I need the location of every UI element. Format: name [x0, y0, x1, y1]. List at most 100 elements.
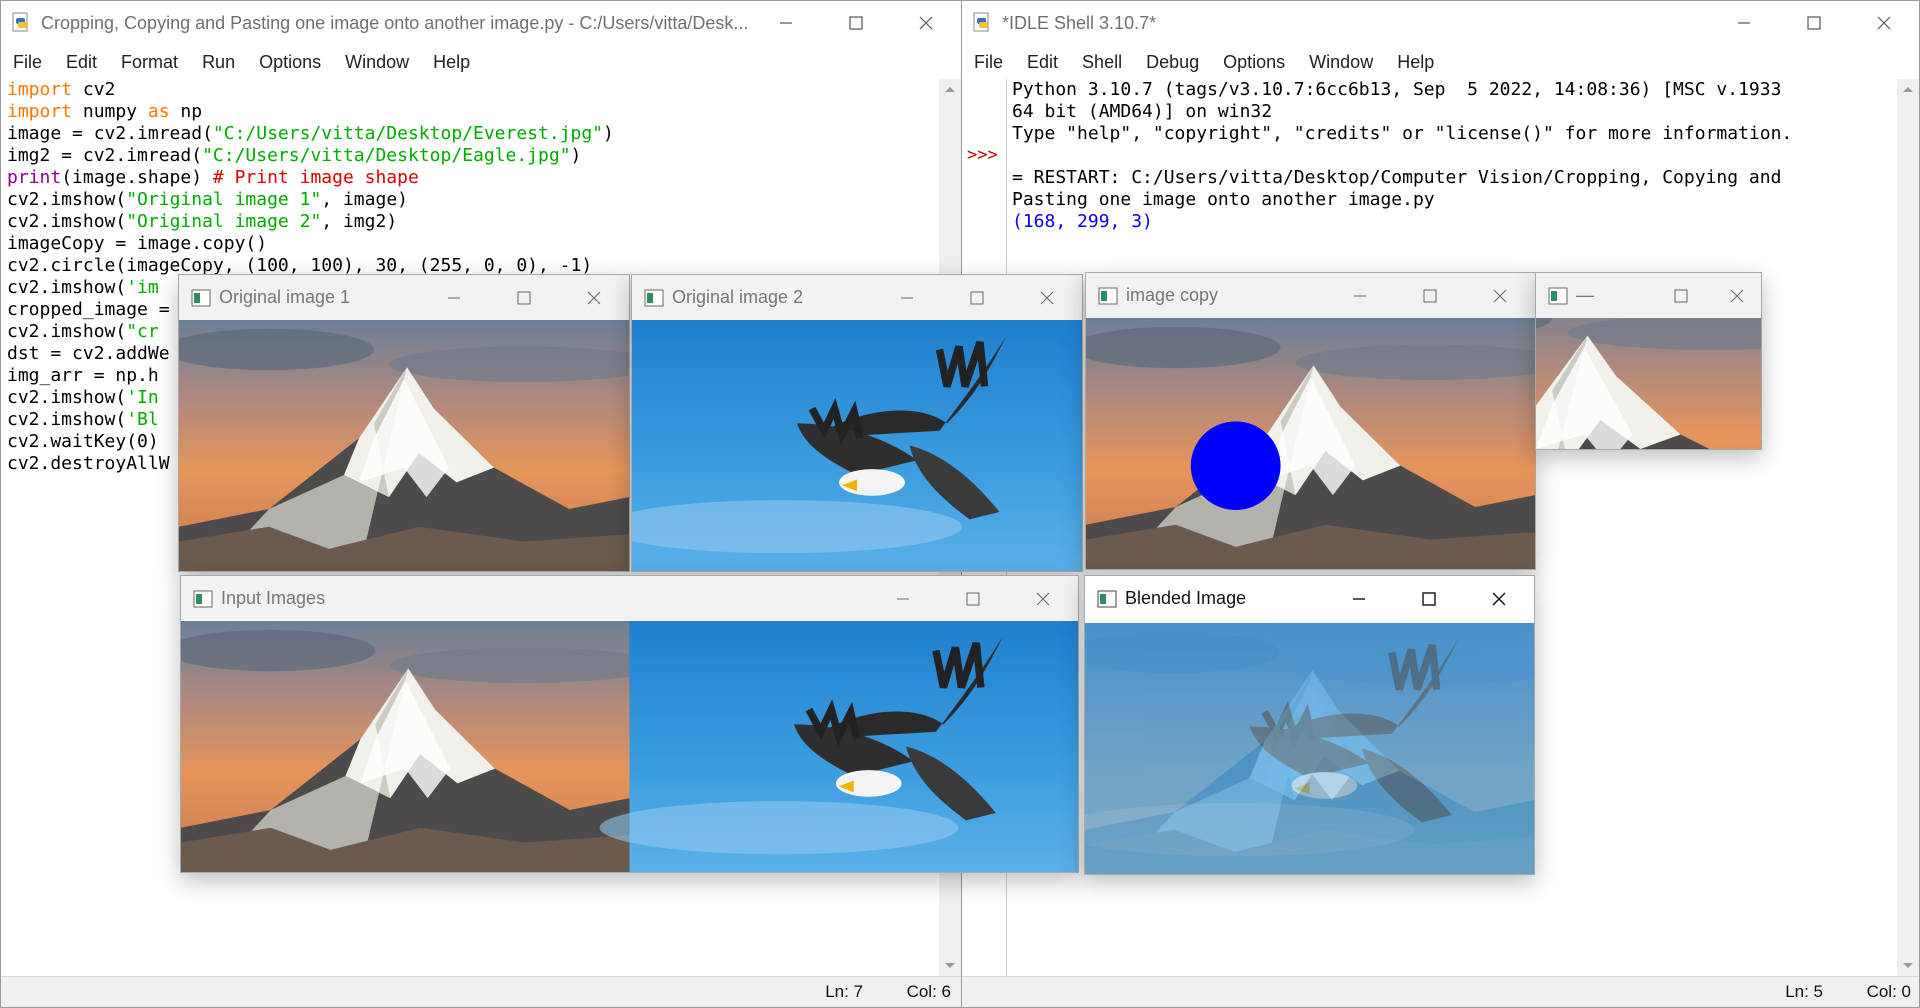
- maximize-button[interactable]: [938, 577, 1008, 621]
- shell-output[interactable]: Python 3.10.7 (tags/v3.10.7:6cc6b13, Sep…: [1012, 79, 1792, 233]
- cv-titlebar[interactable]: image copy: [1086, 273, 1535, 318]
- cv-titlebar[interactable]: Input Images: [181, 576, 1078, 621]
- shell-prompt: >>>: [967, 145, 998, 165]
- blended-image: [1085, 623, 1534, 874]
- maximize-icon: [517, 291, 531, 304]
- cv-titlebar[interactable]: Blended Image: [1085, 576, 1534, 621]
- minimize-button[interactable]: [1325, 274, 1395, 318]
- close-icon: [1730, 289, 1744, 302]
- close-icon: [1040, 291, 1054, 304]
- menu-format[interactable]: Format: [121, 52, 178, 73]
- maximize-button[interactable]: [942, 276, 1012, 320]
- code-token: "Original image 1": [126, 189, 322, 210]
- shell-token: Python 3.10.7 (tags/v3.10.7:6cc6b13, Sep…: [1012, 79, 1782, 100]
- code-token: ): [570, 145, 582, 166]
- code-line: cv2.imshow("Original image 1", image): [7, 189, 614, 211]
- menu-shell[interactable]: Shell: [1082, 52, 1122, 73]
- code-line: image = cv2.imread("C:/Users/vitta/Deskt…: [7, 123, 614, 145]
- editor-status-col: Col: 6: [906, 982, 951, 1001]
- code-token: img_arr = np.h: [7, 365, 159, 386]
- python-file-icon: [12, 12, 28, 32]
- minimize-button[interactable]: [1324, 577, 1394, 621]
- maximize-icon: [849, 16, 863, 30]
- cv-titlebar[interactable]: Original image 1: [179, 275, 629, 320]
- maximize-button[interactable]: [821, 1, 891, 45]
- cv-window-original-image-1[interactable]: Original image 1: [178, 274, 630, 572]
- maximize-button[interactable]: [1779, 1, 1849, 45]
- maximize-button[interactable]: [1394, 577, 1464, 621]
- close-icon: [1492, 592, 1506, 605]
- shell-line: Python 3.10.7 (tags/v3.10.7:6cc6b13, Sep…: [1012, 79, 1792, 101]
- cv-titlebar[interactable]: —: [1536, 273, 1761, 318]
- editor-titlebar[interactable]: Cropping, Copying and Pasting one image …: [1, 1, 961, 45]
- menu-edit[interactable]: Edit: [1027, 52, 1058, 73]
- maximize-icon: [1807, 16, 1821, 30]
- menu-file[interactable]: File: [974, 52, 1003, 73]
- menu-run[interactable]: Run: [202, 52, 235, 73]
- eagle-image: [632, 320, 1082, 571]
- editor-statusbar: Ln: 7 Col: 6: [1, 976, 961, 1007]
- code-line: import numpy as np: [7, 101, 614, 123]
- close-button[interactable]: [891, 1, 961, 45]
- blue-circle: [1190, 421, 1281, 510]
- code-line: imageCopy = image.copy(): [7, 233, 614, 255]
- minimize-button[interactable]: [1709, 1, 1779, 45]
- code-token: print: [7, 167, 62, 188]
- code-token: numpy: [72, 101, 148, 122]
- editor-title: Cropping, Copying and Pasting one image …: [41, 12, 749, 33]
- menu-options[interactable]: Options: [1223, 52, 1285, 73]
- shell-line: 64 bit (AMD64)] on win32: [1012, 101, 1792, 123]
- close-icon: [1493, 289, 1507, 302]
- minimize-button[interactable]: [419, 276, 489, 320]
- close-button[interactable]: [1012, 276, 1082, 320]
- menu-window[interactable]: Window: [345, 52, 409, 73]
- code-token: imageCopy = image.copy(): [7, 233, 268, 254]
- code-token: cv2.imshow(: [7, 321, 127, 342]
- code-line: print(image.shape) # Print image shape: [7, 167, 614, 189]
- cv-window-blended-image[interactable]: Blended Image: [1084, 575, 1535, 875]
- cv-window-image-copy[interactable]: image copy: [1085, 272, 1536, 570]
- shell-titlebar[interactable]: *IDLE Shell 3.10.7*: [962, 1, 1919, 45]
- code-token: cv2.imshow(: [7, 189, 127, 210]
- shell-token: Type "help", "copyright", "credits" or "…: [1012, 123, 1793, 144]
- menu-debug[interactable]: Debug: [1146, 52, 1199, 73]
- cv-window-original-image-2[interactable]: Original image 2: [631, 274, 1083, 572]
- close-icon: [919, 16, 933, 30]
- close-button[interactable]: [559, 276, 629, 320]
- close-button[interactable]: [1709, 274, 1761, 318]
- maximize-icon: [1422, 591, 1436, 606]
- minimize-icon: [448, 297, 460, 298]
- menu-file[interactable]: File: [13, 52, 42, 73]
- minimize-button[interactable]: [868, 577, 938, 621]
- close-button[interactable]: [1849, 1, 1919, 45]
- code-token: 'im: [126, 277, 159, 298]
- maximize-button[interactable]: [1395, 274, 1465, 318]
- menu-options[interactable]: Options: [259, 52, 321, 73]
- maximize-button[interactable]: [1653, 274, 1709, 318]
- python-shell-icon: [973, 12, 989, 32]
- minimize-icon: [1354, 295, 1366, 296]
- editor-status-line: Ln: 7: [825, 982, 863, 1001]
- maximize-icon: [966, 592, 980, 605]
- close-button[interactable]: [1465, 274, 1535, 318]
- menu-edit[interactable]: Edit: [66, 52, 97, 73]
- menu-help[interactable]: Help: [1397, 52, 1434, 73]
- minimize-button[interactable]: [872, 276, 942, 320]
- close-button[interactable]: [1464, 577, 1534, 621]
- code-token: dst = cv2.addWe: [7, 343, 170, 364]
- code-token: "C:/Users/vitta/Desktop/Eagle.jpg": [202, 145, 571, 166]
- cv-window-input-images[interactable]: Input Images: [180, 575, 1079, 873]
- minimize-button[interactable]: [751, 1, 821, 45]
- maximize-button[interactable]: [489, 276, 559, 320]
- close-button[interactable]: [1008, 577, 1078, 621]
- shell-menubar: File Edit Shell Debug Options Window Hel…: [962, 45, 1919, 79]
- code-token: np: [169, 101, 203, 122]
- code-token: cropped_image =: [7, 299, 170, 320]
- menu-help[interactable]: Help: [433, 52, 470, 73]
- cv-window-cropped[interactable]: —: [1535, 272, 1762, 450]
- shell-scrollbar[interactable]: [1897, 79, 1919, 977]
- cv-titlebar[interactable]: Original image 2: [632, 275, 1082, 320]
- opencv-window-icon: [1548, 287, 1568, 304]
- menu-window[interactable]: Window: [1309, 52, 1373, 73]
